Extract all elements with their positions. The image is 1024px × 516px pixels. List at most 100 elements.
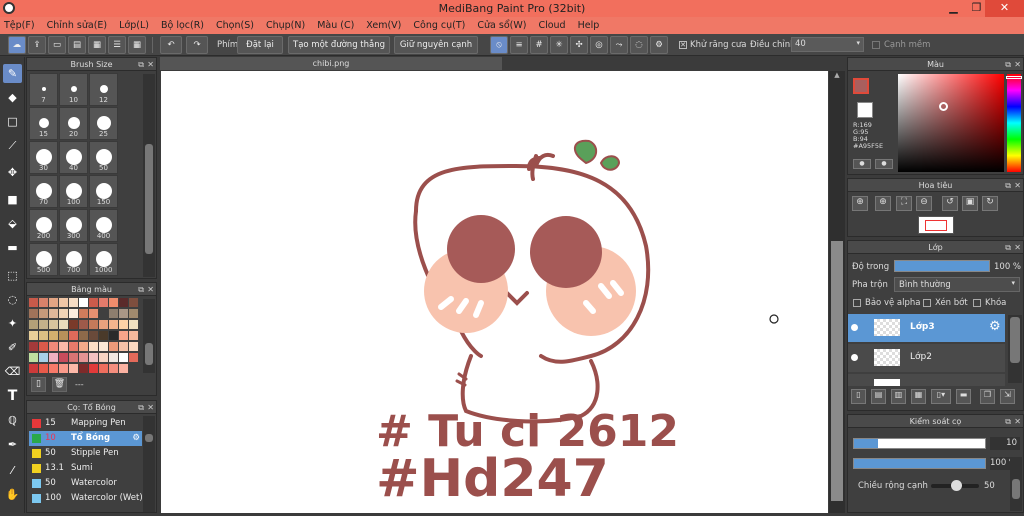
canvas-vertical-scrollbar[interactable]: ▲ [829,71,845,513]
scroll-thumb[interactable] [145,343,153,365]
hue-slider[interactable] [1006,74,1022,172]
palette-swatch[interactable] [69,309,78,318]
scroll-thumb[interactable] [145,144,153,254]
palette-swatch[interactable] [109,309,118,318]
select-tool-icon[interactable]: ⬚ [3,266,22,285]
new-halftone-layer-icon[interactable]: ▤ [871,389,886,404]
rotate-right-icon[interactable]: ↻ [982,196,998,211]
flip-icon[interactable]: ▣ [962,196,978,211]
brush-size-cell[interactable]: 12 [89,73,118,106]
palette-swatch[interactable] [29,309,38,318]
palette-swatch[interactable] [79,309,88,318]
rotate-left-icon[interactable]: ↺ [942,196,958,211]
eyedropper-icon[interactable]: ● [853,159,871,169]
brush-size-cell[interactable]: 30 [29,141,58,174]
palette-swatch[interactable] [39,320,48,329]
palette-swatch[interactable] [99,364,108,373]
palette-swatch[interactable] [39,331,48,340]
menu-edit[interactable]: Chỉnh sửa(E) [47,20,108,31]
palette-swatch[interactable] [49,309,58,318]
palette-swatch[interactable] [49,298,58,307]
palette-swatch[interactable] [59,364,68,373]
redo-icon[interactable]: ↷ [186,36,208,54]
ellipse-snap-icon[interactable]: ◌ [630,36,648,54]
palette-swatch[interactable] [79,353,88,362]
palette-swatch[interactable] [59,331,68,340]
protect-alpha-checkbox[interactable] [853,299,861,307]
add-layer-menu-icon[interactable]: ▯▾ [931,389,951,404]
menu-color[interactable]: Màu (C) [317,20,354,31]
divide-tool-icon[interactable]: ✒ [3,435,22,454]
palette-swatch[interactable] [109,320,118,329]
blend-select[interactable]: Bình thường ▾ [894,277,1020,292]
palette-swatch[interactable] [39,298,48,307]
palette-swatch[interactable] [39,309,48,318]
antialias-checkbox[interactable]: ✕ [679,41,687,49]
palette-swatch[interactable] [89,320,98,329]
visibility-icon[interactable] [851,354,858,361]
palette-swatch[interactable] [49,320,58,329]
brush-row-selected[interactable]: 10 Tổ Bóng ⚙ [29,431,142,446]
palette-swatch[interactable] [29,353,38,362]
cloud-icon[interactable]: ☁ [8,36,26,54]
brush-size-cell[interactable]: 300 [59,209,88,242]
scroll-thumb[interactable] [145,434,153,442]
upload-icon[interactable]: ⇪ [28,36,46,54]
palette-swatch[interactable] [89,298,98,307]
palette-swatch[interactable] [89,364,98,373]
palette-swatch[interactable] [89,309,98,318]
popout-icon[interactable]: ⧉ [138,58,144,71]
gear-icon[interactable]: ⚙ [132,431,140,446]
popout-icon[interactable]: ⧉ [1005,58,1011,71]
palette-swatch[interactable] [119,320,128,329]
palette-swatch[interactable] [99,320,108,329]
palette-swatch[interactable] [79,298,88,307]
palette-swatch[interactable] [59,342,68,351]
brush-row-watercolor-wet[interactable]: 100 Watercolor (Wet) [29,491,142,506]
zoom-in-icon[interactable]: ⊕ [852,196,868,211]
popout-icon[interactable]: ⧉ [1005,241,1011,254]
palette-swatch[interactable] [119,342,128,351]
zoom-in-alt-icon[interactable]: ⊕ [875,196,891,211]
palette-swatch[interactable] [69,353,78,362]
close-panel-icon[interactable]: ✕ [147,401,154,414]
comment-icon[interactable]: ▭ [48,36,66,54]
brush-row-mapping-pen[interactable]: 15 Mapping Pen [29,416,142,431]
menu-filter[interactable]: Bộ lọc(R) [161,20,204,31]
palette-swatch[interactable] [69,364,78,373]
balloon-tool-icon[interactable]: ℚ [3,411,22,430]
close-panel-icon[interactable]: ✕ [147,283,154,296]
brush-size-cell[interactable]: 70 [29,175,58,208]
fill-rect-tool-icon[interactable]: ■ [3,190,22,209]
secondary-color-swatch[interactable] [857,102,873,118]
hand-tool-icon[interactable]: ✋ [3,485,22,504]
palette-swatch[interactable] [119,309,128,318]
line-tool-icon[interactable]: ⟋ [3,136,22,155]
folder-icon[interactable]: ▬ [956,389,971,404]
navigator-thumbnail[interactable] [918,216,954,234]
menu-view[interactable]: Xem(V) [366,20,401,31]
picker-handle[interactable] [939,102,948,111]
palette-swatch[interactable] [29,298,38,307]
layer-row-selected[interactable]: Lớp3 ⚙ [848,314,1005,342]
brush-size-cell[interactable]: 1000 [89,243,118,276]
eraser-tool-icon[interactable]: ◆ [3,88,22,107]
brush-list-scrollbar[interactable] [143,416,155,512]
palette-swatch[interactable] [119,364,128,373]
no-snap-icon[interactable]: ⦸ [490,36,508,54]
brush-size-cell[interactable]: 500 [29,243,58,276]
palette-swatch[interactable] [39,364,48,373]
close-panel-icon[interactable]: ✕ [1014,58,1021,71]
brush-opacity-slider[interactable] [853,458,986,469]
reset-button[interactable]: Đặt lại [237,36,283,54]
parallel-snap-icon[interactable]: ≡ [510,36,528,54]
lasso-tool-icon[interactable]: ◌ [3,290,22,309]
brush-size-cell[interactable]: 50 [89,141,118,174]
palette-swatch[interactable] [29,331,38,340]
palette-swatch[interactable] [79,364,88,373]
palette-swatch[interactable] [129,298,138,307]
close-button[interactable]: ✕ [985,0,1024,17]
palette-swatch[interactable] [59,309,68,318]
brush-size-cell[interactable]: 700 [59,243,88,276]
rect-tool-icon[interactable]: □ [3,112,22,131]
